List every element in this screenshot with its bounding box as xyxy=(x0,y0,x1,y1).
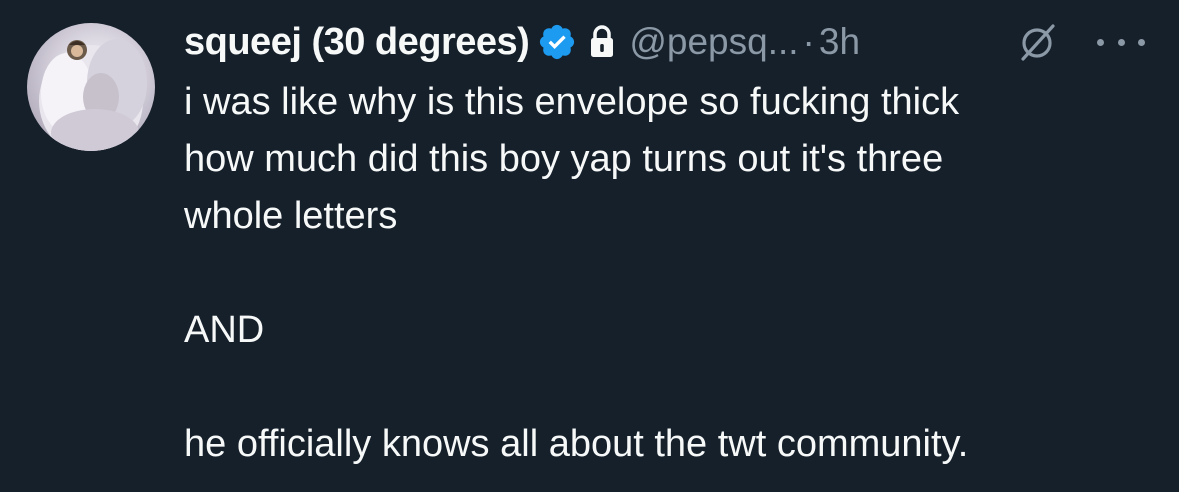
lock-icon xyxy=(589,25,615,59)
timestamp[interactable]: 3h xyxy=(819,21,860,63)
tweet-text-line: whole letters xyxy=(184,195,398,237)
tweet-text: i was like why is this envelope so fucki… xyxy=(184,74,1154,473)
tweet[interactable]: squeej (30 degrees) @pepsq... · 3h i was… xyxy=(0,0,1179,492)
separator-dot: · xyxy=(802,21,815,62)
avatar[interactable] xyxy=(27,23,155,151)
more-dot xyxy=(1097,38,1104,46)
tweet-text-line: i was like why is this envelope so fucki… xyxy=(184,81,960,123)
user-handle[interactable]: @pepsq... xyxy=(629,21,798,63)
tweet-header: squeej (30 degrees) @pepsq... · 3h xyxy=(184,14,1154,70)
more-dot xyxy=(1138,38,1145,46)
more-icon[interactable] xyxy=(1097,22,1145,62)
grok-icon[interactable] xyxy=(1019,22,1057,62)
tweet-text-line: he officially knows all about the twt co… xyxy=(184,423,969,465)
display-name[interactable]: squeej (30 degrees) xyxy=(184,21,530,64)
more-dot xyxy=(1117,38,1125,46)
tweet-text-line: AND xyxy=(184,309,265,351)
tweet-text-line: how much did this boy yap turns out it's… xyxy=(184,138,944,180)
verified-badge-icon[interactable] xyxy=(537,22,577,62)
